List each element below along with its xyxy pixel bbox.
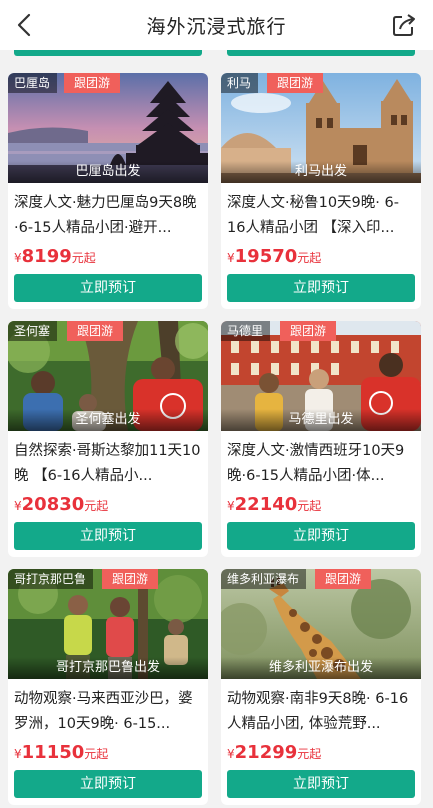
departure-label: 哥打京那巴鲁出发 [8, 657, 208, 679]
currency-symbol: ¥ [227, 251, 235, 265]
tour-card[interactable]: 利马 跟团游 利马出发 深度人文·秘鲁10天9晚· 6-16人精品小团 【深入印… [221, 73, 421, 309]
currency-symbol: ¥ [14, 499, 22, 513]
tour-type-tag: 跟团游 [64, 73, 121, 93]
currency-symbol: ¥ [14, 747, 22, 761]
previous-book-button[interactable] [227, 50, 415, 56]
tour-photo: 圣何塞 跟团游 圣何塞出发 [8, 321, 208, 431]
tour-description[interactable]: 深度人文·魅力巴厘岛9天8晚·6-15人精品小团·避开... [14, 191, 204, 241]
departure-label: 维多利亚瀑布出发 [221, 657, 421, 679]
price: ¥19570元起 [227, 246, 321, 270]
price-value: 8199 [21, 246, 72, 267]
share-icon [393, 14, 415, 36]
location-tag: 哥打京那巴鲁 [8, 569, 94, 589]
book-now-button[interactable]: 立即预订 [227, 522, 415, 550]
departure-label: 圣何塞出发 [8, 409, 208, 431]
tour-photo: 哥打京那巴鲁 跟团游 哥打京那巴鲁出发 [8, 569, 208, 679]
tour-description[interactable]: 动物观察·南非9天8晚· 6-16人精品小团, 体验荒野... [227, 687, 417, 737]
tour-description[interactable]: 深度人文·秘鲁10天9晚· 6-16人精品小团 【深入印... [227, 191, 417, 241]
price-value: 11150 [21, 742, 85, 763]
price: ¥20830元起 [14, 494, 108, 518]
price-suffix: 元起 [84, 747, 109, 761]
tour-type-tag: 跟团游 [67, 321, 124, 341]
location-tag: 维多利亚瀑布 [221, 569, 307, 589]
currency-symbol: ¥ [227, 747, 235, 761]
price-value: 19570 [234, 246, 298, 267]
book-now-button[interactable]: 立即预订 [14, 770, 202, 798]
location-tag: 马德里 [221, 321, 271, 341]
location-tag: 圣何塞 [8, 321, 58, 341]
tour-photo: 巴厘岛 跟团游 巴厘岛出发 [8, 73, 208, 183]
share-button[interactable] [391, 12, 417, 38]
departure-label: 马德里出发 [221, 409, 421, 431]
tour-card[interactable]: 圣何塞 跟团游 圣何塞出发 自然探索·哥斯达黎加11天10晚 【6-16人精品小… [8, 321, 208, 557]
price: ¥8199元起 [14, 246, 96, 270]
tour-type-tag: 跟团游 [267, 73, 324, 93]
price-suffix: 元起 [297, 747, 322, 761]
previous-book-button[interactable] [14, 50, 202, 56]
location-tag: 利马 [221, 73, 259, 93]
tour-type-tag: 跟团游 [280, 321, 337, 341]
tour-photo: 利马 跟团游 利马出发 [221, 73, 421, 183]
book-now-button[interactable]: 立即预订 [227, 770, 415, 798]
book-now-button[interactable]: 立即预订 [227, 274, 415, 302]
currency-symbol: ¥ [14, 251, 22, 265]
location-tag: 巴厘岛 [8, 73, 58, 93]
departure-label: 巴厘岛出发 [8, 161, 208, 183]
price-suffix: 元起 [71, 251, 96, 265]
price: ¥11150元起 [14, 742, 108, 766]
tour-card[interactable]: 巴厘岛 跟团游 巴厘岛出发 深度人文·魅力巴厘岛9天8晚·6-15人精品小团·避… [8, 73, 208, 309]
tour-card[interactable]: 马德里 跟团游 马德里出发 深度人文·激情西班牙10天9晚·6-15人精品小团·… [221, 321, 421, 557]
tour-card[interactable]: 哥打京那巴鲁 跟团游 哥打京那巴鲁出发 动物观察·马来西亚沙巴，婆罗洲，10天9… [8, 569, 208, 805]
tour-description[interactable]: 深度人文·激情西班牙10天9晚·6-15人精品小团·体... [227, 439, 417, 489]
tour-photo: 马德里 跟团游 马德里出发 [221, 321, 421, 431]
book-now-button[interactable]: 立即预订 [14, 522, 202, 550]
tour-description[interactable]: 动物观察·马来西亚沙巴，婆罗洲，10天9晚· 6-15... [14, 687, 204, 737]
price-suffix: 元起 [84, 499, 109, 513]
price: ¥21299元起 [227, 742, 321, 766]
tour-card[interactable]: 维多利亚瀑布 跟团游 维多利亚瀑布出发 动物观察·南非9天8晚· 6-16人精品… [221, 569, 421, 805]
currency-symbol: ¥ [227, 499, 235, 513]
price-suffix: 元起 [297, 499, 322, 513]
tour-photo: 维多利亚瀑布 跟团游 维多利亚瀑布出发 [221, 569, 421, 679]
price-value: 21299 [234, 742, 298, 763]
price-value: 20830 [21, 494, 85, 515]
top-nav-bar: 海外沉浸式旅行 [0, 0, 433, 50]
price-value: 22140 [234, 494, 298, 515]
book-now-button[interactable]: 立即预订 [14, 274, 202, 302]
tour-type-tag: 跟团游 [315, 569, 372, 589]
price-suffix: 元起 [297, 251, 322, 265]
page-title: 海外沉浸式旅行 [146, 16, 287, 38]
tour-type-tag: 跟团游 [102, 569, 159, 589]
tour-description[interactable]: 自然探索·哥斯达黎加11天10晚 【6-16人精品小... [14, 439, 204, 489]
price: ¥22140元起 [227, 494, 321, 518]
departure-label: 利马出发 [221, 161, 421, 183]
